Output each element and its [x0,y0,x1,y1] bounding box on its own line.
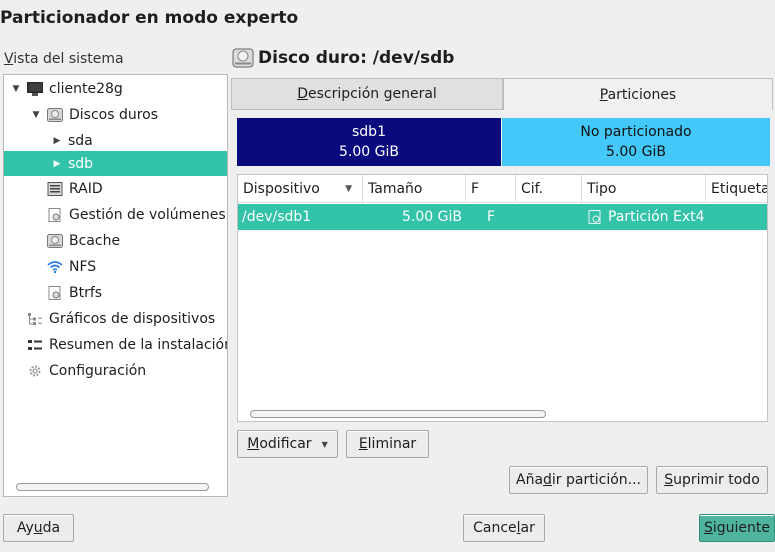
delete-all-button-label: Suprimir todo [664,472,760,488]
computer-icon [27,81,43,96]
tree-item-device-graphs[interactable]: Gráficos de dispositivos [4,306,227,331]
tree-item-hard-disks[interactable]: ▼ Discos duros [4,102,227,127]
add-partition-button[interactable]: Añadir partición... [509,466,648,494]
tree-item-nfs[interactable]: NFS [4,254,227,279]
tree-item-label: Gestión de volúmenes [69,206,226,223]
raid-icon [47,181,63,196]
partition-bar-size: 5.00 GiB [339,144,399,160]
table-row[interactable]: /dev/sdb1 5.00 GiB F Partición Ext4 [238,204,767,230]
tree-item-label: Resumen de la instalación [49,336,228,353]
table-horizontal-scrollbar[interactable] [250,410,546,418]
tree-item-label: Btrfs [69,284,103,301]
tree-item-label: RAID [69,180,103,197]
tab-general[interactable]: Descripción general [231,78,503,110]
tab-general-label: Descripción general [297,86,437,102]
tree-item-label: Gráficos de dispositivos [49,310,216,327]
delete-button-label: Eliminar [358,436,417,452]
partition-bar-sdb1[interactable]: sdb1 5.00 GiB [237,118,501,166]
cancel-button[interactable]: Cancelar [463,514,545,542]
column-header-encrypted[interactable]: Cif. [516,175,582,203]
tree-item-volume-management[interactable]: Gestión de volúmenes [4,202,227,227]
cell-format: F [487,209,496,225]
tree-item-sda[interactable]: ▶ sda [4,128,227,153]
column-header-label-label: Etiqueta [711,180,768,197]
tree-item-label: Discos duros [69,106,159,123]
harddisk-icon [47,233,63,248]
column-header-size[interactable]: Tamaño [363,175,466,203]
tree-item-label: cliente28g [49,80,123,97]
column-header-type-label: Tipo [587,180,617,197]
column-header-type[interactable]: Tipo [582,175,706,203]
next-button-label: Siguiente [703,520,771,536]
wifi-icon [47,260,63,274]
system-view-label: Vista del sistema [4,51,124,67]
cancel-button-label: Cancelar [473,520,535,536]
cell-type: Partición Ext4 [587,204,705,230]
harddisk-icon [47,107,63,122]
column-header-device[interactable]: Dispositivo ▼ [238,175,363,203]
expanded-arrow-icon[interactable]: ▼ [31,110,41,120]
partition-bar-name: sdb1 [352,124,386,140]
disk-title: Disco duro: /dev/sdb [258,48,455,68]
help-button[interactable]: Ayuda [3,514,74,542]
list-icon [27,338,43,352]
tree-item-label: Configuración [49,362,147,379]
window-title: Particionador en modo experto [0,8,299,28]
unpartitioned-bar-size: 5.00 GiB [606,144,666,160]
tree-item-label: sda [68,132,93,149]
column-header-format-label: F [471,180,480,197]
gear-icon [27,364,43,378]
add-partition-button-label: Añadir partición... [516,472,641,488]
volume-icon [587,210,603,224]
tree-item-installation-summary[interactable]: Resumen de la instalación [4,332,227,357]
system-tree[interactable]: ▼ cliente28g ▼ Discos duros ▶ sda ▶ sdb … [3,74,228,497]
tree-item-label: Bcache [69,232,121,249]
collapsed-arrow-icon[interactable]: ▶ [52,159,62,169]
column-header-device-label: Dispositivo [243,180,320,197]
modify-button[interactable]: Modificar ▼ [237,430,338,458]
cell-device: /dev/sdb1 [242,209,312,225]
modify-button-label: Modificar [247,436,312,452]
harddisk-icon [232,48,254,68]
unpartitioned-bar-name: No particionado [580,124,692,140]
cell-type-label: Partición Ext4 [608,209,705,225]
tree-item-cliente28g[interactable]: ▼ cliente28g [4,76,227,101]
delete-button[interactable]: Eliminar [346,430,429,458]
tree-item-label: NFS [69,258,97,275]
tree-item-raid[interactable]: RAID [4,176,227,201]
tree-item-btrfs[interactable]: Btrfs [4,280,227,305]
column-header-size-label: Tamaño [368,180,423,197]
tree-item-bcache[interactable]: Bcache [4,228,227,253]
collapsed-arrow-icon[interactable]: ▶ [52,136,62,146]
column-header-format[interactable]: F [466,175,516,203]
tab-partitions[interactable]: Particiones [503,78,773,110]
volume-icon [47,285,63,300]
dropdown-arrow-icon: ▼ [321,439,328,449]
delete-all-button[interactable]: Suprimir todo [656,466,768,494]
graph-icon [27,312,43,326]
partition-bar-unpartitioned[interactable]: No particionado 5.00 GiB [502,118,770,166]
column-header-label[interactable]: Etiqueta [706,175,768,203]
volume-icon [47,207,63,222]
next-button[interactable]: Siguiente [699,514,775,542]
expanded-arrow-icon[interactable]: ▼ [11,84,21,94]
tab-partitions-label: Particiones [599,86,677,103]
tree-item-label: sdb [68,155,94,172]
tree-item-settings[interactable]: Configuración [4,358,227,383]
disk-heading: Disco duro: /dev/sdb [232,48,454,68]
partitions-table[interactable]: Dispositivo ▼ Tamaño F Cif. Tipo Etiquet… [237,174,768,422]
column-header-encrypted-label: Cif. [521,180,544,197]
cell-size: 5.00 GiB [402,209,462,225]
tree-item-sdb[interactable]: ▶ sdb [4,151,227,176]
tree-horizontal-scrollbar[interactable] [16,483,209,491]
help-button-label: Ayuda [16,520,61,536]
sort-down-icon: ▼ [345,183,352,194]
